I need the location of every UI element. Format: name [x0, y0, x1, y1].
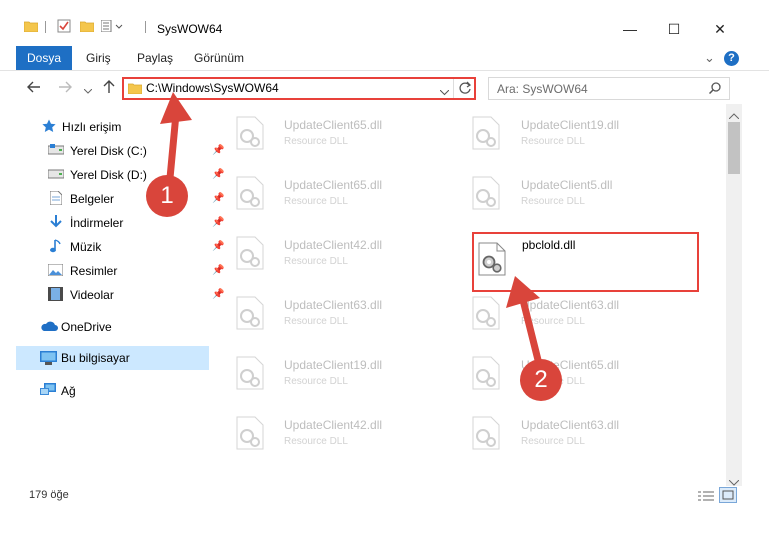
- callout-arrow-2: [519, 296, 542, 364]
- callout-arrows: [160, 92, 542, 364]
- callout-badge-1: 1: [146, 175, 188, 217]
- callout-arrow-1: [166, 110, 180, 182]
- callout-arrowhead-1: [160, 92, 192, 124]
- explorer-window: SysWOW64 — ☐ ✕ Dosya Giriş Paylaş Görünü…: [0, 0, 769, 535]
- callout-badge-2: 2: [520, 359, 562, 401]
